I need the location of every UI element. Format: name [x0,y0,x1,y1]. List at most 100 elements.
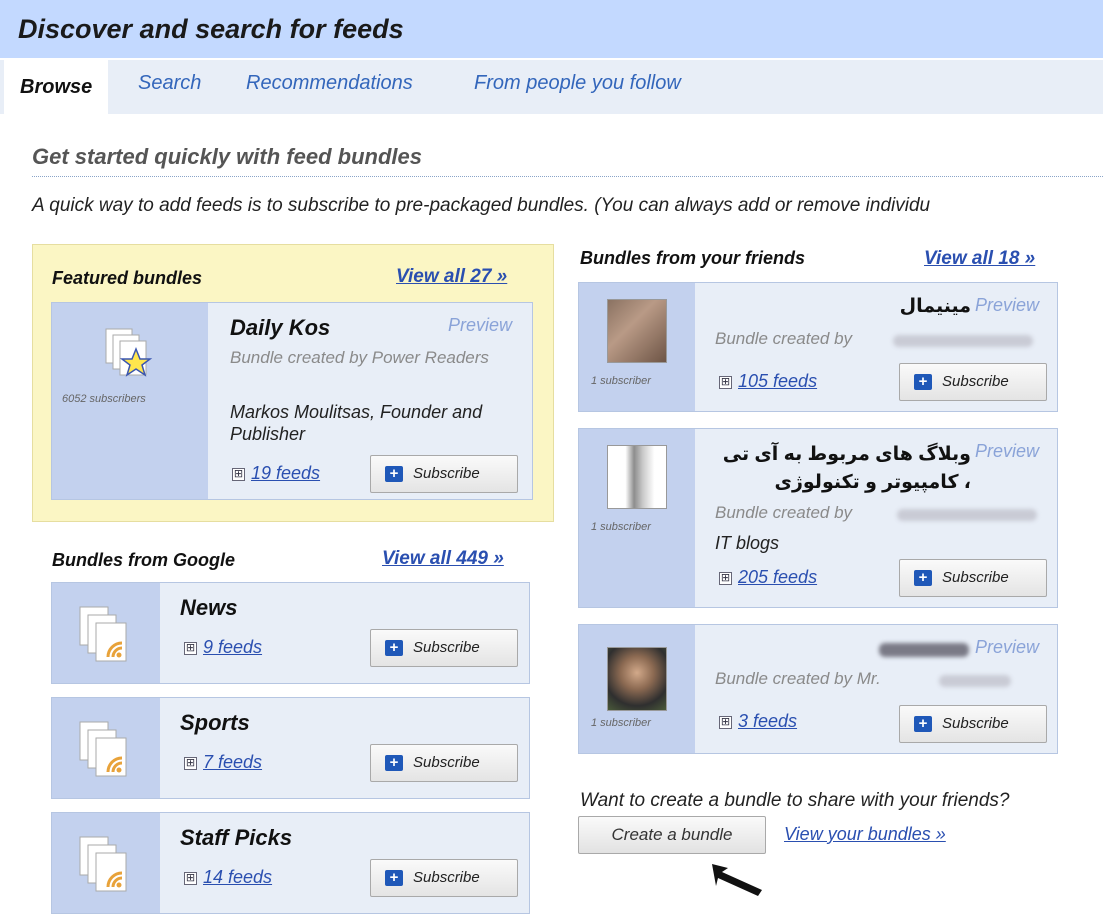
plus-icon: + [385,466,403,482]
plus-icon: + [914,716,932,732]
subscribe-button[interactable]: + Subscribe [899,559,1047,597]
rss-bundle-icon [79,836,127,892]
subscribe-label: Subscribe [413,754,480,771]
tab-browse[interactable]: Browse [4,60,109,114]
feeds-count-link[interactable]: ⊞ 3 feeds [719,711,797,732]
friend-bundle-card: 1 subscriber Preview Bundle created by M… [578,624,1058,754]
subscribe-label: Subscribe [413,869,480,886]
feeds-count-label: 19 feeds [251,463,321,483]
subscriber-count: 1 subscriber [591,717,651,729]
plus-icon: + [385,640,403,656]
subscribe-button[interactable]: + Subscribe [370,629,518,667]
bundle-name-line2: ، کامپیوتر و تکنولوژی [774,472,971,493]
bundle-created-by: Bundle created by Power Readers [230,348,489,367]
blurred-creator-name [897,509,1037,521]
feeds-count-label: 105 feeds [738,371,818,391]
blurred-creator-name [939,675,1011,687]
plus-icon: + [385,755,403,771]
bundle-created-by: Bundle created by [715,503,853,522]
subscribe-label: Subscribe [413,465,480,482]
feeds-count-label: 3 feeds [738,711,798,731]
plus-icon: + [914,374,932,390]
create-bundle-button[interactable]: Create a bundle [578,816,766,854]
friends-bundles-title: Bundles from your friends [580,248,806,268]
bundle-name: وبلاگ های مربوط به آی تی [722,444,971,465]
rss-bundle-icon [79,721,127,777]
friend-bundle-card: 1 subscriber مینیمال Preview Bundle crea… [578,282,1058,412]
avatar [607,299,667,363]
google-bundles-title: Bundles from Google [52,550,236,570]
bundle-description: IT blogs [715,533,780,553]
featured-bundle-card: 6052 subscribers Daily Kos Preview Bundl… [51,302,533,500]
subscriber-count: 6052 subscribers [62,393,146,405]
avatar [607,647,667,711]
expand-icon: ⊞ [184,642,197,655]
subscribe-label: Subscribe [942,373,1009,390]
feeds-count-label: 9 feeds [203,637,263,657]
subscribe-label: Subscribe [942,569,1009,586]
feeds-count-label: 7 feeds [203,752,263,772]
tab-recommendations[interactable]: Recommendations [246,72,413,95]
plus-icon: + [385,870,403,886]
preview-link[interactable]: Preview [975,441,1039,462]
preview-link[interactable]: Preview [975,637,1039,658]
feeds-count-label: 205 feeds [738,567,818,587]
feeds-count-link[interactable]: ⊞ 19 feeds [232,463,320,484]
google-view-all-link[interactable]: View all 449 » [382,548,504,570]
bundle-created-by: Bundle created by [715,329,853,348]
feeds-count-link[interactable]: ⊞ 105 feeds [719,371,817,392]
arrow-cursor-icon [712,864,762,896]
bundle-star-icon [105,328,153,377]
bundle-name: Daily Kos [230,315,331,340]
friend-bundle-card: 1 subscriber وبلاگ های مربوط به آی تی Pr… [578,428,1058,608]
subscribe-button[interactable]: + Subscribe [899,363,1047,401]
title-bar: Discover and search for feeds [0,0,1103,58]
preview-link[interactable]: Preview [975,295,1039,316]
subscribe-label: Subscribe [413,639,480,656]
create-bundle-prompt: Want to create a bundle to share with yo… [580,790,1010,811]
subscribe-button[interactable]: + Subscribe [370,744,518,782]
subscribe-button[interactable]: + Subscribe [370,455,518,493]
feeds-count-label: 14 feeds [203,867,273,887]
rss-bundle-icon [79,606,127,662]
preview-link[interactable]: Preview [448,315,512,336]
friends-view-all-link[interactable]: View all 18 » [924,248,1035,270]
expand-icon: ⊞ [184,757,197,770]
blurred-creator-name [893,335,1033,347]
plus-icon: + [914,570,932,586]
expand-icon: ⊞ [719,572,732,585]
featured-bundles-title: Featured bundles [52,268,203,288]
expand-icon: ⊞ [719,376,732,389]
google-bundle-sports: Sports ⊞ 7 feeds + Subscribe [51,697,530,799]
blurred-bundle-name [879,643,969,657]
subscribe-button[interactable]: + Subscribe [899,705,1047,743]
feeds-count-link[interactable]: ⊞ 7 feeds [184,752,262,773]
google-bundle-news: News ⊞ 9 feeds + Subscribe [51,582,530,684]
subscribe-label: Subscribe [942,715,1009,732]
feeds-count-link[interactable]: ⊞ 14 feeds [184,867,272,888]
section-divider [32,176,1103,177]
page-title: Discover and search for feeds [18,14,404,44]
intro-text: A quick way to add feeds is to subscribe… [32,195,931,216]
bundle-name: Sports [180,710,250,735]
feeds-count-link[interactable]: ⊞ 205 feeds [719,567,817,588]
featured-view-all-link[interactable]: View all 27 » [396,266,507,288]
tab-search[interactable]: Search [138,72,201,95]
bundle-name: News [180,595,238,620]
avatar [607,445,667,509]
section-heading: Get started quickly with feed bundles [32,144,422,169]
tab-from-people-you-follow[interactable]: From people you follow [474,72,681,95]
bundle-created-by: Bundle created by Mr. [715,669,881,688]
expand-icon: ⊞ [184,872,197,885]
view-your-bundles-link[interactable]: View your bundles » [784,824,946,845]
subscriber-count: 1 subscriber [591,375,651,387]
bundle-description: Markos Moulitsas, Founder and Publisher [230,402,483,444]
feeds-count-link[interactable]: ⊞ 9 feeds [184,637,262,658]
bundle-name: مینیمال [899,296,971,317]
google-bundle-staff-picks: Staff Picks ⊞ 14 feeds + Subscribe [51,812,530,914]
subscribe-button[interactable]: + Subscribe [370,859,518,897]
expand-icon: ⊞ [719,716,732,729]
bundle-name: Staff Picks [180,825,293,850]
expand-icon: ⊞ [232,468,245,481]
subscriber-count: 1 subscriber [591,521,651,533]
